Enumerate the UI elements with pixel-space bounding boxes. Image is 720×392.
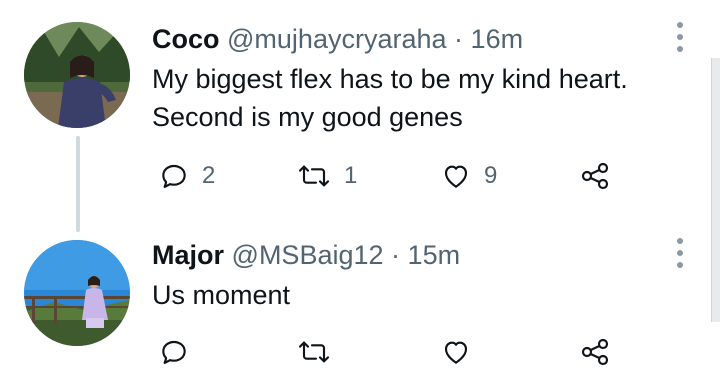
author-handle[interactable]: @mujhaycryaraha	[227, 24, 447, 54]
timestamp[interactable]: 16m	[471, 24, 524, 54]
like-button[interactable]	[440, 336, 484, 368]
share-button[interactable]	[578, 336, 612, 368]
retweet-icon	[298, 341, 330, 363]
heart-icon	[444, 341, 468, 364]
reply-button[interactable]	[158, 336, 202, 368]
separator-dot: ·	[454, 24, 464, 54]
author-handle[interactable]: @MSBaig12	[232, 240, 384, 270]
reply-icon	[162, 164, 186, 188]
reply-count: 2	[202, 162, 216, 189]
reply-button[interactable]: 2	[158, 160, 215, 192]
share-icon	[581, 338, 609, 366]
author-name[interactable]: Coco	[152, 24, 220, 54]
like-button[interactable]: 9	[440, 160, 497, 192]
like-count: 9	[484, 162, 498, 189]
tweet-text-line-2: Second is my good genes	[152, 102, 463, 132]
reply-icon	[162, 340, 186, 364]
retweet-button[interactable]	[296, 336, 344, 368]
tweet-coco[interactable]: Coco @mujhaycryaraha · 16m My biggest fl…	[0, 0, 720, 200]
tweet-header: Major @MSBaig12 · 15m	[152, 238, 460, 272]
avatar[interactable]	[24, 240, 130, 346]
tweet-header: Coco @mujhaycryaraha · 16m	[152, 22, 523, 56]
timestamp[interactable]: 15m	[408, 240, 461, 270]
share-button[interactable]	[578, 160, 612, 192]
retweet-button[interactable]: 1	[296, 160, 357, 192]
more-vertical-icon[interactable]	[670, 22, 690, 52]
tweet-major[interactable]: Major @MSBaig12 · 15m Us moment	[0, 200, 720, 392]
separator-dot: ·	[391, 240, 401, 270]
avatar[interactable]	[24, 22, 130, 128]
more-vertical-icon[interactable]	[670, 238, 690, 268]
retweet-count: 1	[344, 162, 358, 189]
share-icon	[581, 162, 609, 190]
tweet-text-line-1: Us moment	[152, 280, 291, 310]
retweet-icon	[298, 165, 330, 187]
heart-icon	[444, 165, 468, 188]
author-name[interactable]: Major	[152, 240, 224, 270]
tweet-text-line-1: My biggest flex has to be my kind heart.	[152, 64, 628, 94]
